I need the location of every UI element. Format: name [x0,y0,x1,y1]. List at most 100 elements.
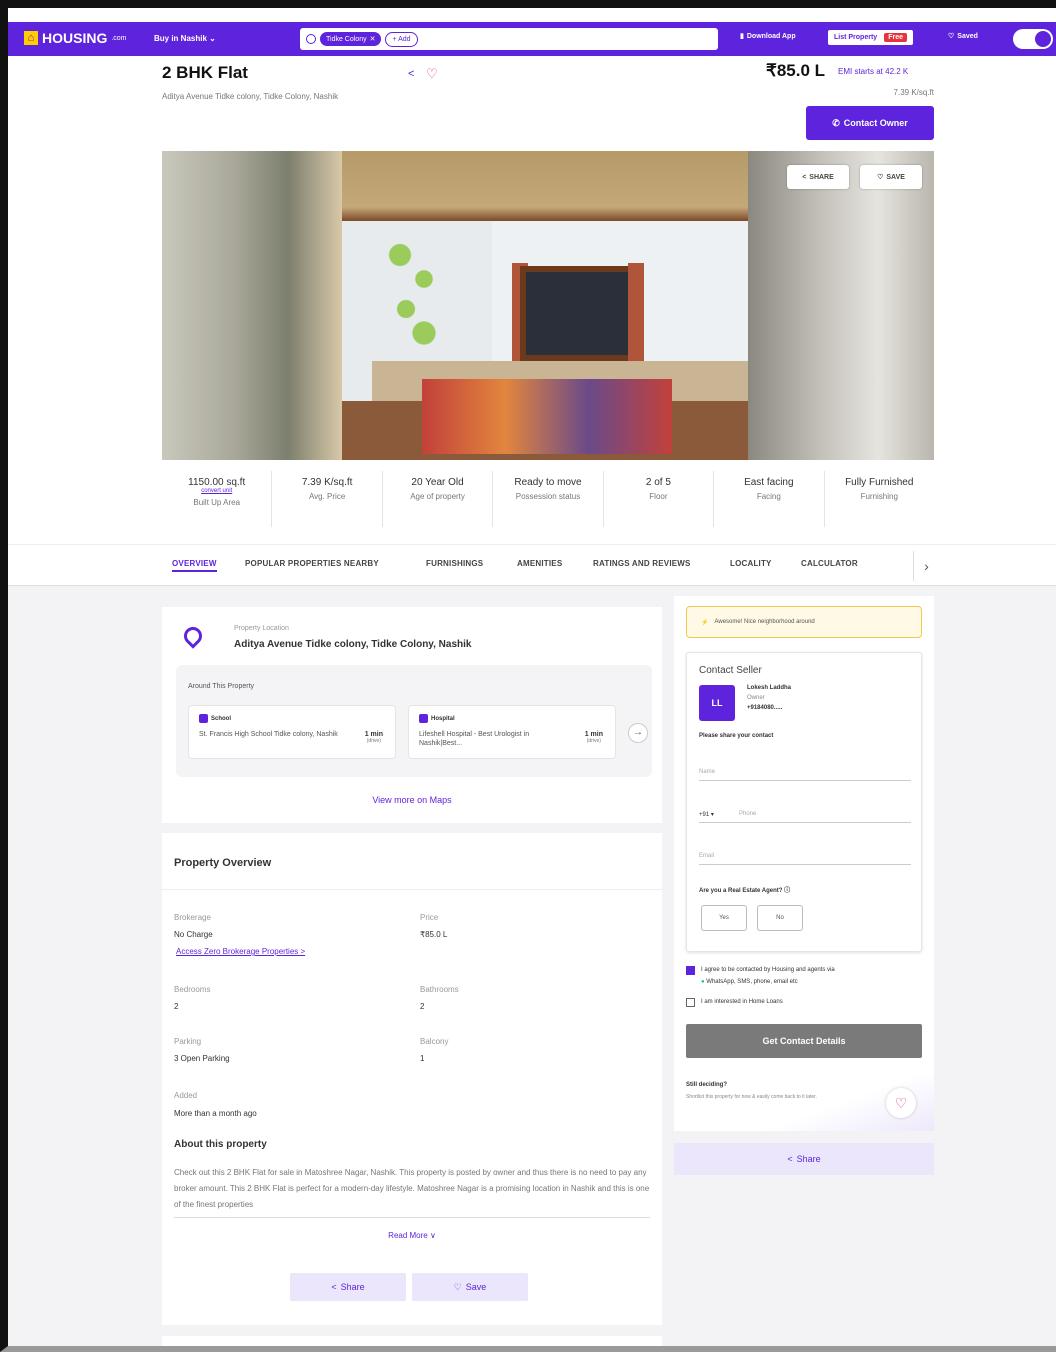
gallery-share-button[interactable]: < SHARE [787,165,849,189]
home-loan-text: I am interested in Home Loans [701,999,783,1005]
price-value: ₹85.0 L [420,930,448,939]
save-button[interactable]: ♡ Save [412,1273,528,1301]
poi-card[interactable]: School St. Francis High School Tidke col… [188,705,396,759]
photo-curtain [628,263,644,363]
contact-seller-form: Contact Seller LL Lokesh Laddha Owner +9… [686,652,922,952]
poi-type: Hospital [419,714,455,723]
poi-card[interactable]: Hospital Lifeshell Hospital - Best Urolo… [408,705,616,759]
fact-label: Furnishing [860,492,898,501]
property-overview-card: Property Overview Brokerage No Charge Ac… [162,833,662,1325]
tab-amenities[interactable]: AMENITIES [517,559,562,568]
share-button[interactable]: < Share [290,1273,406,1301]
fact-label: Built Up Area [193,498,241,507]
get-contact-details-button[interactable]: Get Contact Details [686,1024,922,1058]
saved-button[interactable]: ♡ Saved [948,32,978,41]
next-card [162,1336,662,1346]
consent-checkbox-row[interactable]: I agree to be contacted by Housing and a… [686,964,835,988]
tab-locality[interactable]: LOCALITY [730,559,772,568]
fact-label: Floor [649,492,668,501]
contact-owner-button[interactable]: ✆ Contact Owner [806,106,934,140]
list-property-button[interactable]: List Property Free [828,30,913,45]
tab-overview[interactable]: OVERVIEW [172,559,217,572]
tab-popular-properties[interactable]: POPULAR PROPERTIES NEARBY [245,559,379,568]
still-deciding-banner: Still deciding? Shortlist this property … [674,1070,934,1131]
fact-value: East facing [744,477,794,488]
add-locality-button[interactable]: + Add [385,31,418,47]
gallery-prev-photo[interactable] [162,151,342,460]
name-placeholder: Name [699,769,716,775]
search-bar[interactable]: Tidke Colony ✕ + Add [300,28,718,50]
fact-floor: 2 of 5 Floor [604,471,715,527]
emi-link[interactable]: EMI starts at 42.2 K [838,67,908,76]
sidebar-share-button[interactable]: < Share [674,1143,934,1175]
share-icon[interactable]: < [408,68,414,80]
phone-input[interactable]: +91 ▾ Phone [699,801,911,823]
listing-price: ₹85.0 L [766,61,826,80]
fact-value: 2 of 5 [645,477,671,488]
consent-checkbox[interactable] [686,966,695,975]
gallery-save-button[interactable]: ♡ SAVE [860,165,922,189]
housing-logo[interactable]: ⌂ HOUSING .com [24,30,127,46]
poi-mode: (drive) [366,738,381,744]
zero-brokerage-link[interactable]: Access Zero Brokerage Properties > [176,947,305,956]
overview-title: Property Overview [174,857,272,869]
gallery-share-label: SHARE [809,173,834,181]
chevron-down-icon: ⌄ [209,34,216,43]
heart-icon: ♡ [453,1281,462,1292]
photo-window [520,266,635,361]
contact-card: ⚡ Awesome! Nice neighborhood around Conta… [674,596,934,1131]
home-loan-checkbox-row[interactable]: I am interested in Home Loans [686,996,783,1008]
fact-value: 20 Year Old [411,477,464,488]
free-badge: Free [884,33,907,42]
search-icon [306,34,316,44]
convert-unit-link[interactable]: convert unit [162,488,271,494]
main-photo[interactable] [342,151,748,460]
email-input[interactable]: Email [699,843,911,865]
location-value: Aditya Avenue Tidke colony, Tidke Colony… [234,639,472,650]
country-code-select[interactable]: +91 ▾ [699,811,714,818]
brokerage-value: No Charge [174,930,213,939]
fact-label: Facing [756,492,781,501]
city-select[interactable]: Buy in Nashik ⌄ [154,34,216,43]
fact-value: 1150.00 sq.ft [188,477,246,488]
download-app-button[interactable]: ▮ Download App [740,32,796,41]
arrow-right-icon[interactable]: → [628,723,648,743]
name-input[interactable]: Name [699,759,911,781]
tab-furnishings[interactable]: FURNISHINGS [426,559,483,568]
view-maps-link[interactable]: View more on Maps [162,795,662,805]
added-label: Added [174,1091,198,1100]
tab-ratings[interactable]: RATINGS AND REVIEWS [593,559,691,568]
city-select-label: Buy in Nashik [154,34,207,43]
gallery-next-photo[interactable] [748,151,934,460]
bathrooms-value: 2 [420,1002,425,1011]
share-icon: < [802,173,807,181]
photo-gallery[interactable]: < SHARE ♡ SAVE [162,151,934,460]
heart-icon[interactable]: ♡ [426,66,438,82]
list-property-label: List Property [834,34,878,41]
chevron-right-icon[interactable]: › [913,551,939,581]
agent-yes-button[interactable]: Yes [701,905,747,931]
close-icon[interactable]: ✕ [370,35,376,43]
locality-chip[interactable]: Tidke Colony ✕ [320,32,382,46]
parking-value: 3 Open Parking [174,1054,230,1063]
sidebar-share-label: Share [796,1154,821,1164]
browser-frame: ⌂ HOUSING .com Buy in Nashik ⌄ Tidke Colo… [0,0,1056,1352]
balcony-value: 1 [420,1054,425,1063]
logo-mark-icon: ⌂ [24,31,38,45]
gallery-save-label: SAVE [886,173,905,181]
heart-icon: ♡ [948,33,955,40]
home-loan-checkbox[interactable] [686,998,695,1007]
share-icon: < [331,1282,337,1292]
fact-furnishing: Fully Furnished Furnishing [825,471,934,527]
around-property: Around This Property School St. Francis … [176,665,652,777]
seller-avatar: LL [699,685,735,721]
avatar [1035,31,1051,47]
fact-value: Fully Furnished [845,477,914,488]
agent-no-button[interactable]: No [757,905,803,931]
tab-calculator[interactable]: CALCULATOR [801,559,858,568]
heart-icon[interactable]: ♡ [886,1088,916,1118]
read-more-link[interactable]: Read More ∨ [162,1231,662,1240]
poi-time-value: 1 min [364,731,383,738]
profile-menu[interactable] [1013,29,1053,49]
info-icon[interactable]: ⓘ [784,888,790,894]
